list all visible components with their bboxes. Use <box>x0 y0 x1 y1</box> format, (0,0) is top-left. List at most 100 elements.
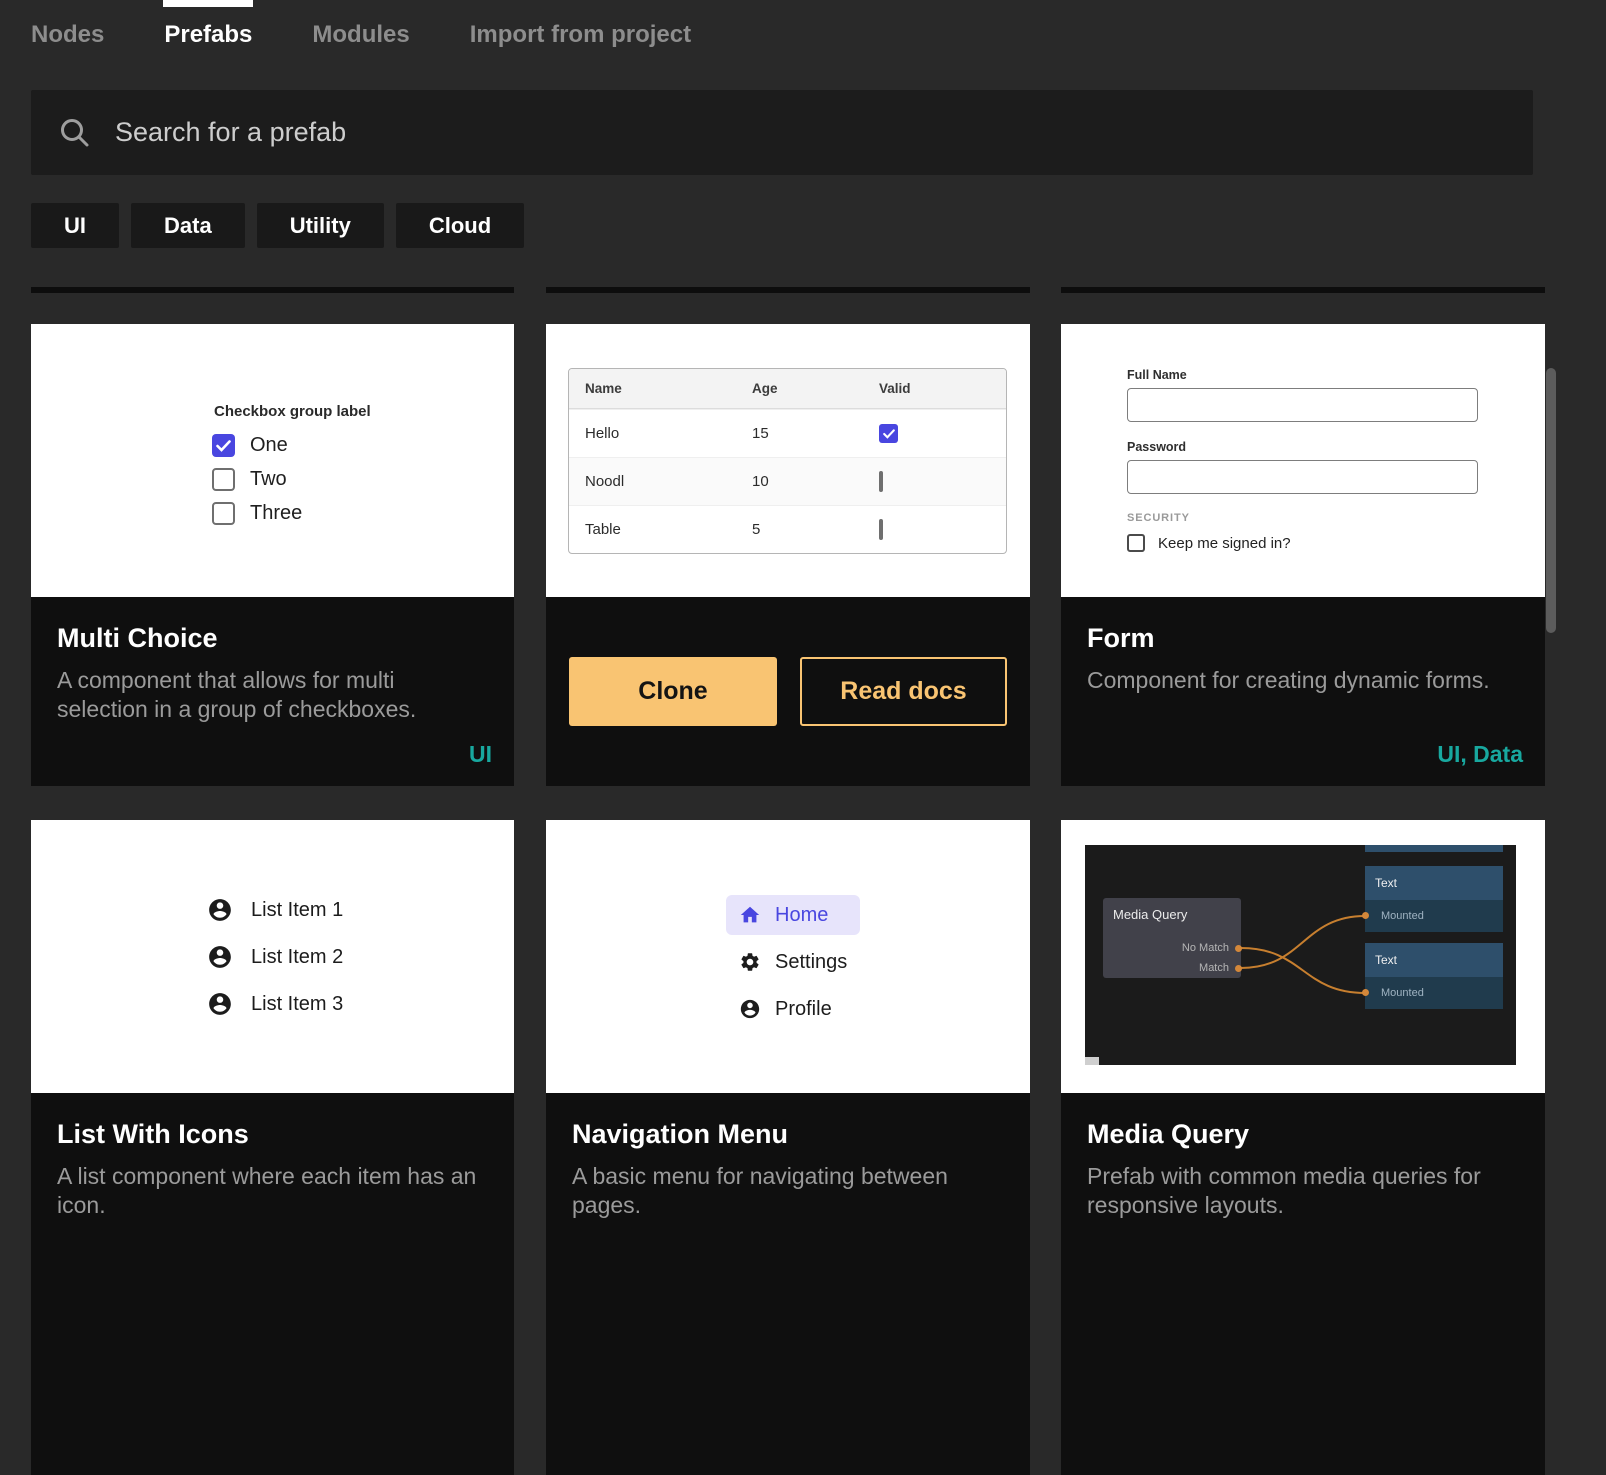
node-title: Media Query <box>1103 898 1241 922</box>
table-cell-age: 15 <box>752 425 879 442</box>
table-cell-valid <box>879 424 1004 443</box>
card-title: Navigation Menu <box>572 1119 1004 1150</box>
cut-off-node <box>1365 845 1503 852</box>
read-docs-button[interactable]: Read docs <box>800 657 1007 726</box>
checkbox-row: One <box>212 434 371 457</box>
table-cell-age: 10 <box>752 473 879 490</box>
prefab-card-form[interactable]: Full Name Password SECURITY Keep me sign… <box>1061 324 1545 786</box>
list-item: List Item 3 <box>207 988 343 1020</box>
search-input[interactable] <box>115 117 1507 148</box>
table-cell-name: Hello <box>569 425 752 442</box>
card-description: Prefab with common media queries for res… <box>1087 1162 1519 1221</box>
list-item-label: List Item 1 <box>251 899 343 922</box>
list-item: List Item 1 <box>207 894 343 926</box>
checkbox-row: Three <box>212 502 371 525</box>
text-node: Text Mounted <box>1365 943 1503 1009</box>
card-stub <box>1061 287 1545 293</box>
tab-bar: Nodes Prefabs Modules Import from projec… <box>31 0 751 70</box>
card-title: Multi Choice <box>57 623 488 654</box>
card-description: A basic menu for navigating between page… <box>572 1162 1004 1221</box>
media-query-preview: Media Query No Match Match Text Mounted … <box>1061 820 1545 1093</box>
prefab-card-media-query[interactable]: Media Query No Match Match Text Mounted … <box>1061 820 1545 1475</box>
card-info: Media Query Prefab with common media que… <box>1061 1093 1545 1475</box>
person-circle-icon <box>207 897 233 923</box>
editor-corner-widget <box>1085 1057 1099 1065</box>
node-input-mounted: Mounted <box>1365 900 1503 932</box>
form-preview: Full Name Password SECURITY Keep me sign… <box>1061 324 1545 597</box>
table-cell-age: 5 <box>752 521 879 538</box>
form-section-label: SECURITY <box>1127 512 1478 524</box>
card-description: Component for creating dynamic forms. <box>1087 666 1519 695</box>
filter-chip-cloud[interactable]: Cloud <box>396 203 524 248</box>
table-header-row: Name Age Valid <box>569 369 1006 409</box>
gear-icon <box>739 951 761 973</box>
list-item: List Item 2 <box>207 941 343 973</box>
card-description: A list component where each item has an … <box>57 1162 488 1221</box>
table-header-name: Name <box>569 381 752 396</box>
checkbox-option-label: Three <box>250 502 302 525</box>
input-port-dot <box>1362 989 1369 996</box>
table-header-valid: Valid <box>879 381 1004 396</box>
tab-modules[interactable]: Modules <box>312 0 409 70</box>
full-name-input <box>1127 388 1478 422</box>
filter-chip-ui[interactable]: UI <box>31 203 119 248</box>
output-port-dot <box>1235 945 1242 952</box>
node-editor-screenshot: Media Query No Match Match Text Mounted … <box>1085 845 1516 1065</box>
checkbox-group-label: Checkbox group label <box>214 403 371 420</box>
prefab-card-table[interactable]: Name Age Valid Hello 15 Noodl 10 <box>546 324 1030 786</box>
card-title: Form <box>1087 623 1519 654</box>
nav-item-profile: Profile <box>726 989 860 1029</box>
card-info: Navigation Menu A basic menu for navigat… <box>546 1093 1030 1475</box>
filter-chip-data[interactable]: Data <box>131 203 245 248</box>
card-info: List With Icons A list component where e… <box>31 1093 514 1475</box>
card-info: Form Component for creating dynamic form… <box>1061 597 1545 786</box>
card-stub <box>31 287 514 293</box>
node-title: Text <box>1365 866 1503 900</box>
filter-chips: UI Data Utility Cloud <box>31 203 524 248</box>
person-circle-icon <box>739 998 761 1020</box>
nav-item-settings: Settings <box>726 942 860 982</box>
search-bar[interactable] <box>31 90 1533 175</box>
checkbox-unchecked-icon <box>879 519 883 540</box>
checkbox-label: Keep me signed in? <box>1158 535 1291 552</box>
table-row: Table 5 <box>569 505 1006 553</box>
list-item-label: List Item 3 <box>251 993 343 1016</box>
node-output-no-match: No Match <box>1182 942 1229 954</box>
clone-button[interactable]: Clone <box>569 657 777 726</box>
table-row: Noodl 10 <box>569 457 1006 505</box>
tab-import-from-project[interactable]: Import from project <box>470 0 691 70</box>
checkbox-row: Two <box>212 468 371 491</box>
tab-prefabs[interactable]: Prefabs <box>164 0 252 70</box>
form-field-label: Full Name <box>1127 368 1478 382</box>
filter-chip-utility[interactable]: Utility <box>257 203 384 248</box>
node-output-match: Match <box>1199 962 1229 974</box>
prefab-card-navigation-menu[interactable]: Home Settings Profile Navigation Menu A … <box>546 820 1030 1475</box>
table-cell-valid <box>879 473 1004 490</box>
keep-signed-in-row: Keep me signed in? <box>1127 534 1478 552</box>
nav-item-home: Home <box>726 895 860 935</box>
table-cell-name: Table <box>569 521 752 538</box>
tab-nodes[interactable]: Nodes <box>31 0 104 70</box>
list-item-label: List Item 2 <box>251 946 343 969</box>
checkbox-checked-icon <box>212 434 235 457</box>
prefab-card-list-with-icons[interactable]: List Item 1 List Item 2 List Item 3 List… <box>31 820 514 1475</box>
password-input <box>1127 460 1478 494</box>
card-title: Media Query <box>1087 1119 1519 1150</box>
scrollbar-thumb[interactable] <box>1546 368 1556 633</box>
output-port-dot <box>1235 965 1242 972</box>
card-hover-actions: Clone Read docs <box>546 597 1030 786</box>
search-icon <box>57 115 93 151</box>
table-header-age: Age <box>752 381 879 396</box>
person-circle-icon <box>207 944 233 970</box>
checkbox-unchecked-icon <box>879 471 883 492</box>
media-query-node: Media Query No Match Match <box>1103 898 1241 978</box>
preview-table: Name Age Valid Hello 15 Noodl 10 <box>568 368 1007 554</box>
text-node: Text Mounted <box>1365 866 1503 932</box>
navigation-menu-preview: Home Settings Profile <box>546 820 1030 1093</box>
checkbox-option-label: Two <box>250 468 287 491</box>
checkbox-unchecked-icon <box>212 468 235 491</box>
prefab-card-multi-choice[interactable]: Checkbox group label One Two Three Multi… <box>31 324 514 786</box>
node-title: Text <box>1365 943 1503 977</box>
card-tags: UI, Data <box>1437 741 1523 768</box>
card-tags: UI <box>469 741 492 768</box>
